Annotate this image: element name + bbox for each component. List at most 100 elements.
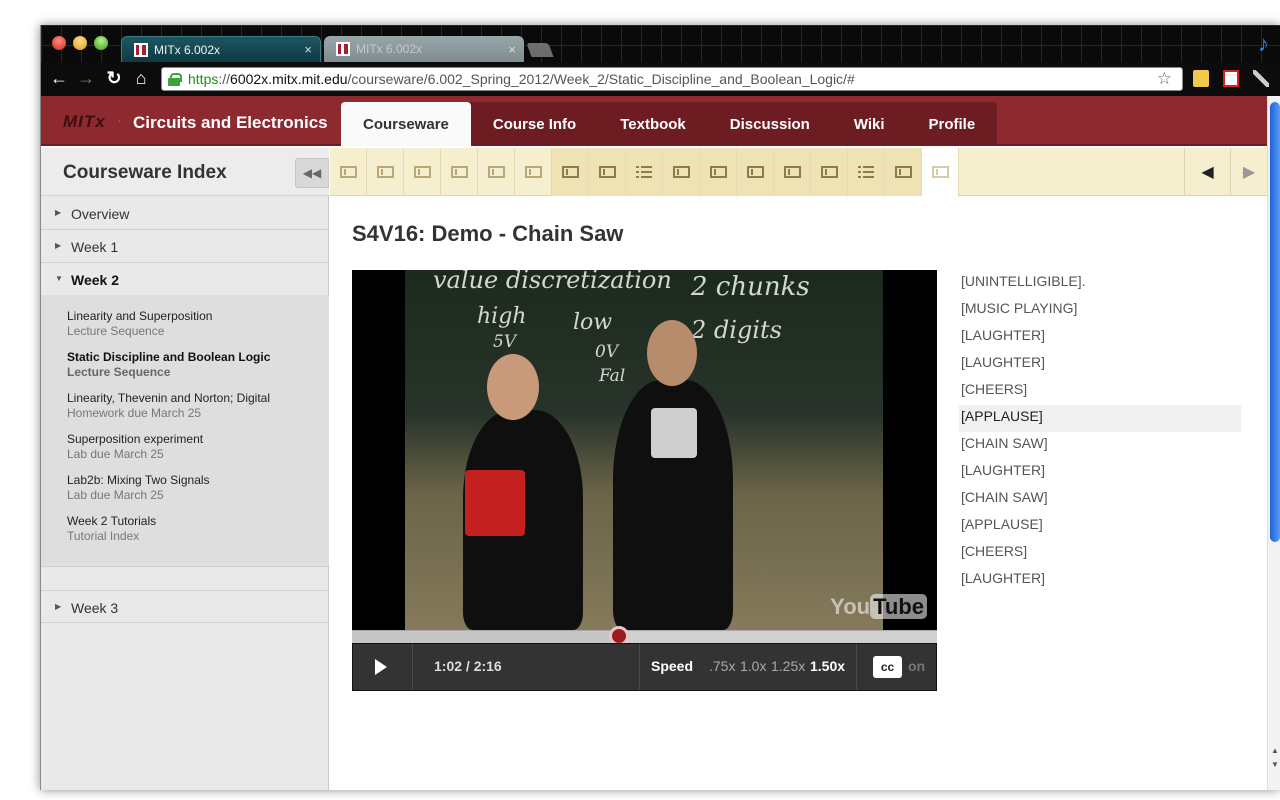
sequence-item[interactable]	[774, 148, 811, 196]
chapter-week-1[interactable]: ▶ Week 1	[41, 230, 329, 263]
section-linearity-superposition[interactable]: Linearity and Superposition Lecture Sequ…	[67, 309, 212, 339]
sequence-item[interactable]	[700, 148, 737, 196]
speed-option[interactable]: .75x	[709, 658, 735, 674]
caption-line[interactable]: [APPLAUSE]	[959, 405, 1241, 432]
divider	[639, 644, 640, 690]
film-icon	[598, 166, 616, 178]
section-homework[interactable]: Linearity, Thevenin and Norton; Digital …	[67, 391, 270, 421]
chapter-label: Week 2	[71, 272, 119, 288]
board-text: low	[573, 310, 613, 335]
tab-profile[interactable]: Profile	[907, 102, 998, 146]
minimize-window-button[interactable]	[73, 36, 87, 50]
chapter-week-3[interactable]: ▶ Week 3	[41, 590, 329, 623]
scroll-down-arrow-icon[interactable]: ▼	[1268, 758, 1280, 771]
section-subtitle: Tutorial Index	[67, 529, 140, 543]
wrench-icon[interactable]	[1253, 70, 1269, 87]
film-icon	[376, 166, 394, 178]
scrollbar-thumb[interactable]	[1270, 102, 1280, 542]
tab-textbook[interactable]: Textbook	[598, 102, 708, 146]
sequence-item[interactable]	[515, 148, 552, 196]
sequence-item[interactable]	[552, 148, 589, 196]
caption-line[interactable]: [CHAIN SAW]	[959, 486, 1241, 513]
tab-wiki[interactable]: Wiki	[832, 102, 907, 146]
home-icon[interactable]: ⌂	[131, 68, 151, 88]
closed-captions-button[interactable]: cc	[873, 656, 902, 678]
caption-line[interactable]: [LAUGHTER]	[959, 324, 1241, 351]
sequence-item[interactable]	[404, 148, 441, 196]
tab-title: MITx 6.002x	[356, 42, 423, 56]
caption-line[interactable]: [LAUGHTER]	[959, 351, 1241, 378]
sequence-item[interactable]	[478, 148, 515, 196]
caption-line[interactable]: [LAUGHTER]	[959, 567, 1241, 594]
play-icon[interactable]	[375, 659, 387, 675]
sequence-next-button[interactable]: ▶	[1230, 148, 1267, 196]
section-static-discipline[interactable]: Static Discipline and Boolean Logic Lect…	[67, 350, 270, 380]
section-tutorials[interactable]: Week 2 Tutorials Tutorial Index	[67, 514, 156, 544]
speed-option[interactable]: 1.0x	[740, 658, 766, 674]
caption-line[interactable]: [APPLAUSE]	[959, 513, 1241, 540]
sequence-item[interactable]	[922, 148, 959, 197]
film-icon	[413, 166, 431, 178]
caption-line[interactable]: [CHEERS]	[959, 540, 1241, 567]
caption-line[interactable]: [MUSIC PLAYING]	[959, 297, 1241, 324]
site-header: MITx · Circuits and Electronics Coursewa…	[41, 96, 1267, 146]
scroll-up-arrow-icon[interactable]: ▲	[1268, 744, 1280, 757]
browser-tab-active[interactable]: MITx 6.002x ×	[121, 36, 321, 62]
section-title: Linearity and Superposition	[67, 309, 213, 323]
bookmark-star-icon[interactable]: ☆	[1157, 69, 1172, 89]
caption-line[interactable]: [UNINTELLIGIBLE].	[959, 270, 1241, 297]
course-name: Circuits and Electronics	[133, 113, 328, 132]
tab-close-icon[interactable]: ×	[304, 42, 312, 57]
collapse-sidebar-button[interactable]: ◀◀	[295, 158, 329, 188]
sequence-item[interactable]	[589, 148, 626, 196]
chapter-overview[interactable]: ▶ Overview	[41, 197, 329, 230]
caption-line[interactable]: [CHEERS]	[959, 378, 1241, 405]
browser-tab[interactable]: MITx 6.002x ×	[324, 36, 524, 62]
gmail-extension-icon[interactable]	[1223, 70, 1239, 87]
tab-close-icon[interactable]: ×	[508, 42, 516, 57]
chapter-label: Week 3	[71, 600, 119, 616]
close-window-button[interactable]	[52, 36, 66, 50]
speed-option-active[interactable]: 1.50x	[810, 658, 845, 674]
video-progress-bar[interactable]	[352, 626, 937, 646]
page-scrollbar[interactable]: ▲ ▼	[1267, 96, 1280, 790]
section-title: Linearity, Thevenin and Norton; Digital	[67, 391, 271, 405]
tab-course-info[interactable]: Course Info	[471, 102, 598, 146]
speed-option[interactable]: 1.25x	[771, 658, 805, 674]
tab-discussion[interactable]: Discussion	[708, 102, 832, 146]
music-note-icon[interactable]: ♪	[1258, 31, 1269, 57]
new-tab-button[interactable]	[526, 43, 554, 57]
sequence-item[interactable]	[737, 148, 774, 196]
sequence-item[interactable]	[330, 148, 367, 196]
course-nav: Courseware Course Info Textbook Discussi…	[341, 102, 998, 146]
sequence-item[interactable]	[626, 148, 663, 196]
section-lab2b[interactable]: Lab2b: Mixing Two Signals Lab due March …	[67, 473, 210, 503]
section-subtitle: Lecture Sequence	[67, 365, 171, 379]
mitx-logo[interactable]: MITx	[63, 112, 106, 132]
sequence-item[interactable]	[367, 148, 404, 196]
reload-icon[interactable]: ↻	[104, 68, 124, 88]
caption-line[interactable]: [LAUGHTER]	[959, 459, 1241, 486]
film-icon	[820, 166, 838, 178]
section-superposition-lab[interactable]: Superposition experiment Lab due March 2…	[67, 432, 203, 462]
chapter-week-2[interactable]: ▼ Week 2	[41, 263, 329, 296]
film-icon	[339, 166, 357, 178]
caption-line[interactable]: [CHAIN SAW]	[959, 432, 1241, 459]
address-bar[interactable]: https://6002x.mitx.mit.edu/courseware/6.…	[161, 67, 1183, 91]
tab-strip: MITx 6.002x × MITx 6.002x × ♪	[41, 25, 1280, 62]
sequence-prev-button[interactable]: ◀	[1184, 148, 1230, 196]
sequence-item[interactable]	[885, 148, 922, 196]
speed-label: Speed	[651, 658, 694, 674]
back-arrow-icon[interactable]: ←	[49, 68, 69, 88]
video-player[interactable]: value discretization 2 chunks high low 2…	[352, 270, 937, 630]
sequence-item[interactable]	[441, 148, 478, 196]
zoom-window-button[interactable]	[94, 36, 108, 50]
sequence-item[interactable]	[811, 148, 848, 196]
browser-window: MITx 6.002x × MITx 6.002x × ♪ ← → ↻ ⌂ ht…	[40, 25, 1280, 790]
sequence-item[interactable]	[663, 148, 700, 196]
notes-extension-icon[interactable]	[1193, 70, 1209, 87]
section-subtitle: Homework due March 25	[67, 406, 202, 420]
sequence-item[interactable]	[848, 148, 885, 196]
tab-courseware[interactable]: Courseware	[341, 102, 471, 146]
forward-arrow-icon[interactable]: →	[76, 68, 96, 88]
